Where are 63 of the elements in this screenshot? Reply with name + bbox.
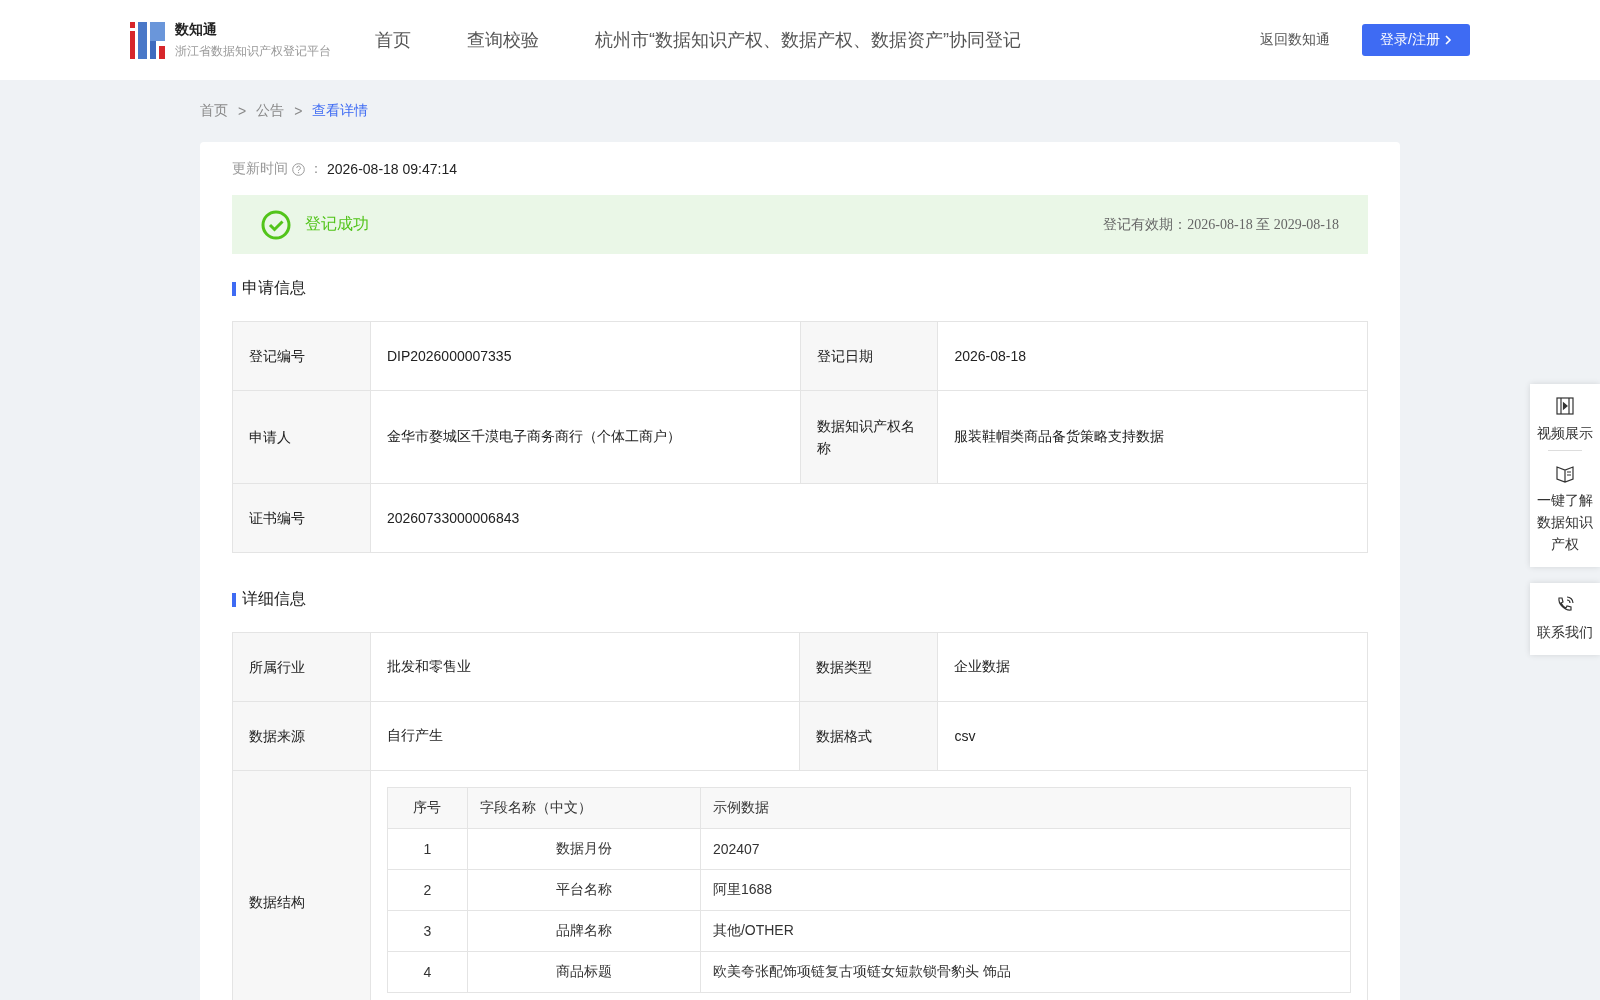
field-value: 企业数据	[937, 632, 1368, 702]
field-value: 自行产生	[370, 701, 800, 771]
film-icon	[1555, 396, 1575, 416]
login-button[interactable]: 登录/注册	[1362, 24, 1470, 56]
field-label: 登记日期	[800, 321, 938, 391]
table-cell: 3	[387, 910, 468, 952]
field-value: 20260733000006843	[370, 483, 1368, 553]
nav-link[interactable]: 首页	[375, 28, 411, 52]
book-icon	[1555, 463, 1575, 483]
update-time: 2026-08-18 09:47:14	[327, 161, 457, 177]
table-cell: 数据月份	[467, 828, 701, 870]
table-cell: 平台名称	[467, 869, 701, 911]
side-tool-label: 一键了解数据知识产权	[1536, 491, 1594, 554]
colon: ：	[309, 160, 323, 178]
field-value: 金华市婺城区千漠电子商务商行（个体工商户）	[370, 390, 801, 484]
table-cell: 202407	[700, 828, 1351, 870]
nav-link[interactable]: 查询校验	[467, 28, 539, 52]
section-title: 申请信息	[242, 278, 306, 298]
field-label: 申请人	[232, 390, 371, 484]
table-cell: 2	[387, 869, 468, 911]
update-label: 更新时间	[232, 160, 288, 178]
field-label: 所属行业	[232, 632, 371, 702]
table-cell: 阿里1688	[700, 869, 1351, 911]
table-cell: 4	[387, 951, 468, 993]
side-tool-link[interactable]: 一键了解数据知识产权	[1534, 463, 1596, 555]
check-circle-icon	[261, 209, 291, 240]
field-value: 服装鞋帽类商品备货策略支持数据	[937, 390, 1368, 484]
field-label: 登记编号	[232, 321, 371, 391]
side-tool-link[interactable]: 视频展示	[1535, 396, 1595, 444]
table-cell: 欧美夸张配饰项链复古项链女短款锁骨豹头 饰品	[700, 951, 1351, 993]
field-label: 证书编号	[232, 483, 371, 553]
help-icon	[292, 162, 305, 176]
side-tool-link[interactable]: 联系我们	[1535, 595, 1595, 643]
field-value: DIP2026000007335	[370, 321, 801, 391]
side-tool-label: 联系我们	[1537, 623, 1593, 642]
status-label: 登记成功	[305, 214, 370, 234]
logo-icon	[130, 21, 165, 59]
field-value: 2026-08-18	[937, 321, 1368, 391]
field-label: 数据知识产权名称	[800, 390, 938, 484]
chevron-icon	[1443, 35, 1452, 45]
brand-name: 数知通	[175, 20, 218, 39]
field-value: csv	[937, 701, 1368, 771]
breadcrumb-separator: >	[294, 103, 303, 119]
column-header: 序号	[387, 787, 468, 829]
field-label: 数据类型	[800, 632, 938, 702]
brand-subtitle: 浙江省数据知识产权登记平台	[175, 42, 331, 60]
field-value: 批发和零售业	[370, 632, 800, 702]
column-header: 字段名称（中文）	[467, 787, 701, 829]
nav-link[interactable]: 杭州市“数据知识产权、数据产权、数据资产”协同登记	[595, 28, 1021, 52]
column-header: 示例数据	[700, 787, 1351, 829]
table-cell: 品牌名称	[467, 910, 701, 952]
breadcrumb-separator: >	[238, 103, 247, 119]
section-title: 详细信息	[242, 589, 306, 609]
field-label: 数据格式	[800, 701, 938, 771]
breadcrumb-link[interactable]: 查看详情	[312, 102, 369, 120]
field-label: 数据结构	[232, 770, 371, 1000]
table-cell: 其他/OTHER	[700, 910, 1351, 952]
back-link[interactable]: 返回数知通	[1260, 31, 1330, 49]
side-tool-label: 视频展示	[1537, 424, 1593, 443]
table-cell: 商品标题	[467, 951, 701, 993]
validity-period: 登记有效期：2026-08-18 至 2029-08-18	[1103, 215, 1339, 234]
table-cell: 1	[387, 828, 468, 870]
field-label: 数据来源	[232, 701, 371, 771]
